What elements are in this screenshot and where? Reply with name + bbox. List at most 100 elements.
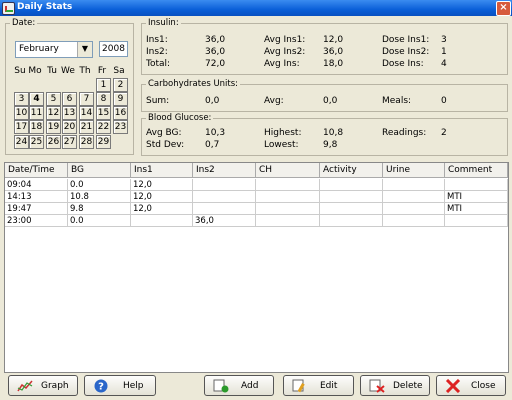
calendar-day[interactable]: 6	[62, 92, 77, 106]
column-header[interactable]: Urine	[383, 163, 445, 178]
close-button[interactable]: Close	[436, 375, 506, 396]
table-cell[interactable]	[193, 191, 256, 203]
table-cell[interactable]	[383, 179, 445, 191]
table-cell[interactable]	[193, 203, 256, 215]
calendar-day[interactable]: 26	[46, 135, 61, 149]
table-cell[interactable]: 19:47	[5, 203, 68, 215]
table-cell[interactable]: 36,0	[193, 215, 256, 227]
calendar-day[interactable]: 15	[96, 106, 111, 120]
calendar-day[interactable]: 28	[79, 135, 94, 149]
calendar-day[interactable]: 27	[62, 135, 77, 149]
chevron-down-icon[interactable]: ▼	[77, 42, 92, 57]
calendar-day[interactable]: 16	[113, 106, 128, 120]
calendar-day[interactable]: 19	[46, 120, 61, 134]
close-label: Close	[471, 381, 496, 391]
weekday-label: Th	[79, 66, 91, 76]
add-icon	[213, 379, 229, 393]
table-cell[interactable]: 23:00	[5, 215, 68, 227]
carbs-legend: Carbohydrates Units:	[146, 79, 241, 89]
help-button[interactable]: ? Help	[84, 375, 156, 396]
table-cell[interactable]: 09:04	[5, 179, 68, 191]
calendar-day[interactable]: 9	[113, 92, 128, 106]
column-header[interactable]: Activity	[320, 163, 383, 178]
calendar-day[interactable]: 5	[46, 92, 61, 106]
table-cell[interactable]	[131, 215, 193, 227]
table-cell[interactable]	[445, 179, 508, 191]
year-input[interactable]: 2008	[99, 41, 128, 57]
calendar-day[interactable]: 29	[96, 135, 111, 149]
table-cell[interactable]: MTI	[445, 191, 508, 203]
calendar-day[interactable]: 21	[79, 120, 94, 134]
table-cell[interactable]	[320, 191, 383, 203]
table-cell[interactable]: 12,0	[131, 203, 193, 215]
table-cell[interactable]	[383, 215, 445, 227]
column-header[interactable]: Date/Time	[5, 163, 68, 178]
calendar-day[interactable]: 1	[96, 78, 111, 92]
weekday-label: We	[61, 66, 75, 76]
table-cell[interactable]: 14:13	[5, 191, 68, 203]
calendar-day[interactable]: 10	[14, 106, 29, 120]
carbs-avg-value: 0,0	[323, 96, 338, 106]
dose-ins2-value: 1	[441, 47, 447, 57]
readings-label: Readings:	[382, 128, 427, 138]
table-cell[interactable]: 10.8	[68, 191, 131, 203]
avg-ins2-label: Avg Ins2:	[264, 47, 306, 57]
table-cell[interactable]	[383, 203, 445, 215]
add-button[interactable]: Add	[204, 375, 274, 396]
calendar-day[interactable]: 17	[14, 120, 29, 134]
table-cell[interactable]: 9.8	[68, 203, 131, 215]
calendar-day[interactable]: 24	[14, 135, 29, 149]
readings-table[interactable]: Date/Time BG Ins1 Ins2 CH Activity Urine Commen…	[4, 162, 509, 373]
column-header[interactable]: BG	[68, 163, 131, 178]
window-close-button[interactable]: ×	[496, 1, 511, 16]
total-label: Total:	[146, 59, 171, 69]
weekday-label: Fr	[97, 66, 107, 76]
calendar-day[interactable]: 14	[79, 106, 94, 120]
calendar-day[interactable]: 18	[29, 120, 44, 134]
calendar-day[interactable]: 13	[62, 106, 77, 120]
graph-button[interactable]: Graph	[8, 375, 78, 396]
table-cell[interactable]: 0.0	[68, 215, 131, 227]
calendar-day[interactable]: 8	[96, 92, 111, 106]
table-cell[interactable]: 12,0	[131, 179, 193, 191]
calendar-day[interactable]: 11	[29, 106, 44, 120]
table-cell[interactable]	[256, 191, 320, 203]
calendar-day[interactable]: 25	[29, 135, 44, 149]
delete-button[interactable]: Delete	[360, 375, 430, 396]
table-cell[interactable]	[256, 179, 320, 191]
table-cell[interactable]: MTI	[445, 203, 508, 215]
calendar-day[interactable]: 12	[46, 106, 61, 120]
calendar-day[interactable]: 2	[113, 78, 128, 92]
calendar-day[interactable]: 22	[96, 120, 111, 134]
table-cell[interactable]	[445, 215, 508, 227]
calendar-day[interactable]: 7	[79, 92, 94, 106]
graph-label: Graph	[41, 381, 69, 391]
glucose-legend: Blood Glucose:	[146, 113, 214, 123]
graph-icon	[17, 380, 33, 392]
close-icon	[445, 379, 461, 393]
calendar-day[interactable]: 20	[62, 120, 77, 134]
column-header[interactable]: Ins2	[193, 163, 256, 178]
calendar-day[interactable]: 4	[29, 92, 44, 106]
table-cell[interactable]	[320, 179, 383, 191]
calendar-day[interactable]: 3	[14, 92, 29, 106]
month-select[interactable]: February ▼	[15, 41, 93, 58]
table-cell[interactable]: 12,0	[131, 191, 193, 203]
column-header[interactable]: CH	[256, 163, 320, 178]
table-cell[interactable]	[256, 203, 320, 215]
dose-ins2-label: Dose Ins2:	[382, 47, 430, 57]
table-cell[interactable]	[256, 215, 320, 227]
meals-value: 0	[441, 96, 447, 106]
highest-label: Highest:	[264, 128, 302, 138]
calendar-day[interactable]: 23	[113, 120, 128, 134]
table-cell[interactable]	[193, 179, 256, 191]
avg-ins1-value: 12,0	[323, 35, 344, 45]
table-cell[interactable]	[320, 215, 383, 227]
table-cell[interactable]: 0.0	[68, 179, 131, 191]
edit-button[interactable]: Edit	[283, 375, 354, 396]
table-cell[interactable]	[320, 203, 383, 215]
help-label: Help	[123, 381, 144, 391]
table-cell[interactable]	[383, 191, 445, 203]
column-header[interactable]: Comment	[445, 163, 508, 178]
column-header[interactable]: Ins1	[131, 163, 193, 178]
